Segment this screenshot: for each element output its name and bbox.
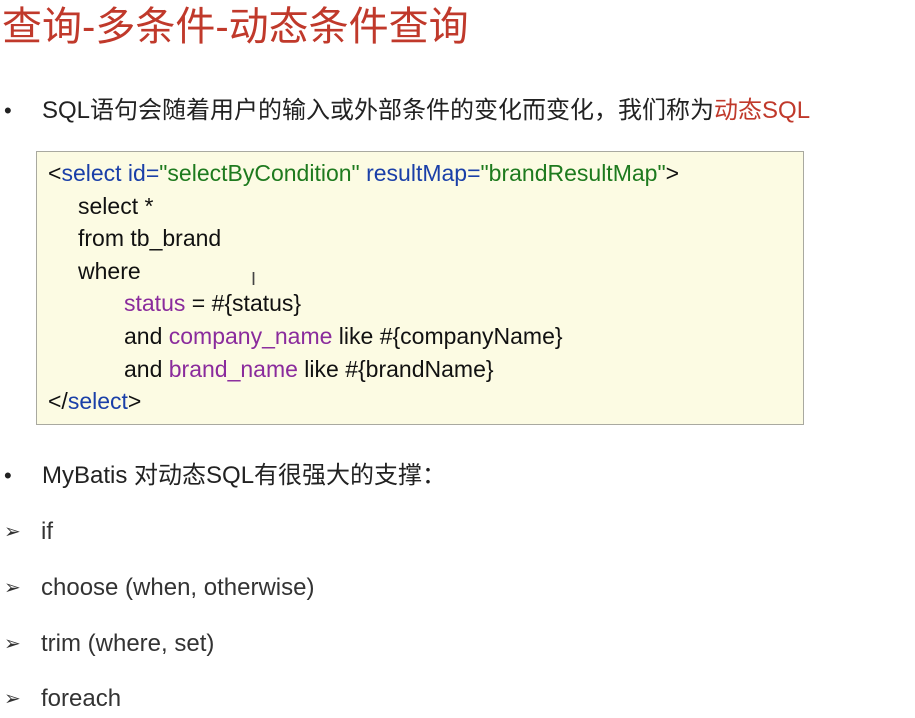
bullet-icon: • bbox=[4, 463, 12, 488]
code-line-8: </select> bbox=[48, 388, 142, 414]
arrow-bullet-icon: ➢ bbox=[4, 521, 21, 543]
subitem-text: trim (where, set) bbox=[41, 630, 215, 657]
page-title: 查询-多条件-动态条件查询 bbox=[2, 5, 469, 49]
code-line-3: from tb_brand bbox=[78, 225, 222, 251]
code-line-1: <select id="selectByCondition" resultMap… bbox=[48, 160, 680, 186]
code-line-7: and brand_name like #{brandName} bbox=[124, 356, 494, 382]
code-line-2: select * bbox=[78, 193, 154, 219]
highlight-text: 动态SQL bbox=[714, 97, 811, 124]
arrow-bullet-icon: ➢ bbox=[4, 688, 21, 710]
arrow-bullet-icon: ➢ bbox=[4, 577, 21, 599]
bullet-text: MyBatis 对动态SQL有很强大的支撑： bbox=[42, 462, 447, 489]
bullet-text: SQL语句会随着用户的输入或外部条件的变化而变化，我们称为动态SQL bbox=[42, 97, 811, 124]
bullet-icon: • bbox=[4, 98, 12, 123]
subitem-text: foreach bbox=[41, 685, 122, 712]
code-line-5: status = #{status} bbox=[124, 290, 302, 316]
subitem-text: if bbox=[41, 518, 53, 545]
code-line-6: and company_name like #{companyName} bbox=[124, 323, 563, 349]
text-cursor-icon: I bbox=[251, 269, 257, 289]
code-line-4: where bbox=[78, 258, 141, 284]
arrow-bullet-icon: ➢ bbox=[4, 633, 21, 655]
subitem-text: choose (when, otherwise) bbox=[41, 574, 315, 601]
